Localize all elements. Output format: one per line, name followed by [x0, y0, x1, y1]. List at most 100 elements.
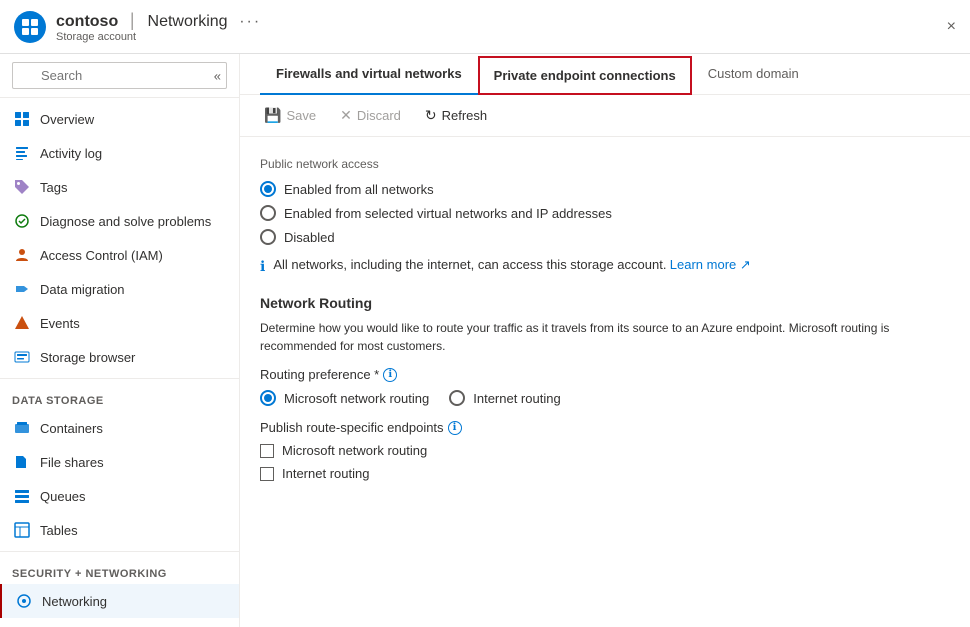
learn-more-icon: ↗ [740, 257, 751, 272]
sidebar-item-tags[interactable]: Tags [0, 170, 239, 204]
security-section-label: Security + networking [0, 556, 239, 584]
publish-info-icon[interactable]: ℹ [448, 421, 462, 435]
data-storage-section-label: Data storage [0, 383, 239, 411]
file-shares-icon [12, 452, 32, 472]
sidebar-item-queues[interactable]: Queues [0, 479, 239, 513]
publish-options-group: Microsoft network routing Internet routi… [260, 443, 950, 481]
containers-icon [12, 418, 32, 438]
public-network-label: Public network access [260, 157, 950, 171]
learn-more-link[interactable]: Learn more ↗ [670, 257, 751, 272]
checkbox-publish-microsoft-label: Microsoft network routing [282, 443, 427, 458]
tab-firewalls[interactable]: Firewalls and virtual networks [260, 54, 478, 95]
public-network-radio-group: Enabled from all networks Enabled from s… [260, 181, 950, 245]
sidebar-item-diagnose[interactable]: Diagnose and solve problems [0, 204, 239, 238]
routing-info-icon[interactable]: ℹ [383, 368, 397, 382]
queues-icon [12, 486, 32, 506]
tab-private-endpoints[interactable]: Private endpoint connections [478, 56, 692, 95]
sidebar-divider-1 [0, 378, 239, 379]
sidebar-item-data-migration[interactable]: Data migration [0, 272, 239, 306]
sidebar-item-events[interactable]: Events [0, 306, 239, 340]
radio-selected-networks-circle [260, 205, 276, 221]
radio-internet-routing[interactable]: Internet routing [449, 390, 560, 406]
radio-disabled[interactable]: Disabled [260, 229, 950, 245]
sidebar-item-storage-browser[interactable]: Storage browser [0, 340, 239, 374]
sidebar-item-containers[interactable]: Containers [0, 411, 239, 445]
sidebar-item-networking[interactable]: Networking [0, 584, 239, 618]
checkbox-publish-microsoft[interactable]: Microsoft network routing [260, 443, 950, 458]
radio-selected-networks-label: Enabled from selected virtual networks a… [284, 206, 612, 221]
radio-microsoft-routing-circle [260, 390, 276, 406]
activity-log-icon [12, 143, 32, 163]
sidebar-item-label-tags: Tags [40, 180, 67, 195]
network-routing-desc: Determine how you would like to route yo… [260, 319, 950, 355]
radio-disabled-label: Disabled [284, 230, 335, 245]
sidebar-item-label-file-shares: File shares [40, 455, 104, 470]
sidebar-item-label-storage-browser: Storage browser [40, 350, 135, 365]
networking-icon [14, 591, 34, 611]
publish-label: Publish route-specific endpoints ℹ [260, 420, 950, 435]
discard-icon: ✕ [340, 107, 352, 124]
radio-internet-routing-circle [449, 390, 465, 406]
events-icon [12, 313, 32, 333]
sidebar-item-access[interactable]: Access Control (IAM) [0, 238, 239, 272]
storage-browser-icon [12, 347, 32, 367]
info-bar: ℹ All networks, including the internet, … [260, 257, 950, 275]
radio-internet-routing-label: Internet routing [473, 391, 560, 406]
sidebar-item-label-events: Events [40, 316, 80, 331]
sidebar-item-tables[interactable]: Tables [0, 513, 239, 547]
subtitle: Storage account [56, 31, 261, 43]
save-icon: 💾 [264, 107, 281, 124]
sidebar-item-label-tables: Tables [40, 523, 78, 538]
info-text: All networks, including the internet, ca… [273, 257, 750, 273]
routing-options-row: Microsoft network routing Internet routi… [260, 390, 950, 406]
content-area: Firewalls and virtual networks Private e… [240, 54, 970, 627]
sidebar-item-label-networking: Networking [42, 594, 107, 609]
search-input[interactable] [12, 62, 227, 89]
title-area: contoso | Networking ··· Storage account [56, 10, 261, 43]
close-button[interactable]: × [947, 18, 956, 36]
diagnose-icon [12, 211, 32, 231]
sidebar-item-azure-cdn[interactable]: Azure CDN [0, 618, 239, 627]
sidebar-item-label-activity-log: Activity log [40, 146, 102, 161]
sidebar-item-label-queues: Queues [40, 489, 86, 504]
radio-selected-networks[interactable]: Enabled from selected virtual networks a… [260, 205, 950, 221]
radio-all-networks-label: Enabled from all networks [284, 182, 434, 197]
radio-disabled-circle [260, 229, 276, 245]
sidebar-item-activity-log[interactable]: Activity log [0, 136, 239, 170]
app-logo [14, 11, 46, 43]
sidebar-item-overview[interactable]: Overview [0, 102, 239, 136]
collapse-sidebar-button[interactable]: « [214, 68, 221, 83]
refresh-button[interactable]: ↻ Refresh [421, 103, 491, 128]
save-button[interactable]: 💾 Save [260, 103, 320, 128]
tabs-bar: Firewalls and virtual networks Private e… [240, 54, 970, 95]
public-network-section: Public network access Enabled from all n… [260, 157, 950, 275]
access-icon [12, 245, 32, 265]
main-layout: 🔍 « Overview Activity log [0, 54, 970, 627]
sidebar-item-file-shares[interactable]: File shares [0, 445, 239, 479]
checkbox-publish-internet-box [260, 467, 274, 481]
network-routing-section: Network Routing Determine how you would … [260, 295, 950, 481]
sidebar-item-label-access: Access Control (IAM) [40, 248, 163, 263]
sidebar-item-label-containers: Containers [40, 421, 103, 436]
radio-microsoft-routing-label: Microsoft network routing [284, 391, 429, 406]
sidebar-nav: Overview Activity log Tags Diagnose and … [0, 98, 239, 627]
radio-all-networks-circle [260, 181, 276, 197]
sidebar: 🔍 « Overview Activity log [0, 54, 240, 627]
page-title: Networking [148, 13, 228, 30]
checkbox-publish-internet[interactable]: Internet routing [260, 466, 950, 481]
sidebar-item-label-overview: Overview [40, 112, 94, 127]
routing-pref-label: Routing preference * ℹ [260, 367, 950, 382]
radio-all-networks[interactable]: Enabled from all networks [260, 181, 950, 197]
tab-custom-domain[interactable]: Custom domain [692, 54, 815, 95]
title-divider: | [130, 10, 140, 30]
discard-button[interactable]: ✕ Discard [336, 103, 405, 128]
network-routing-title: Network Routing [260, 295, 950, 311]
radio-microsoft-routing[interactable]: Microsoft network routing [260, 390, 429, 406]
app-name: contoso [56, 13, 118, 30]
info-icon: ℹ [260, 258, 265, 275]
sidebar-item-label-diagnose: Diagnose and solve problems [40, 214, 211, 229]
more-options-dots[interactable]: ··· [239, 13, 261, 30]
sidebar-item-label-data-migration: Data migration [40, 282, 125, 297]
toolbar: 💾 Save ✕ Discard ↻ Refresh [240, 95, 970, 137]
content-body: Public network access Enabled from all n… [240, 137, 970, 627]
